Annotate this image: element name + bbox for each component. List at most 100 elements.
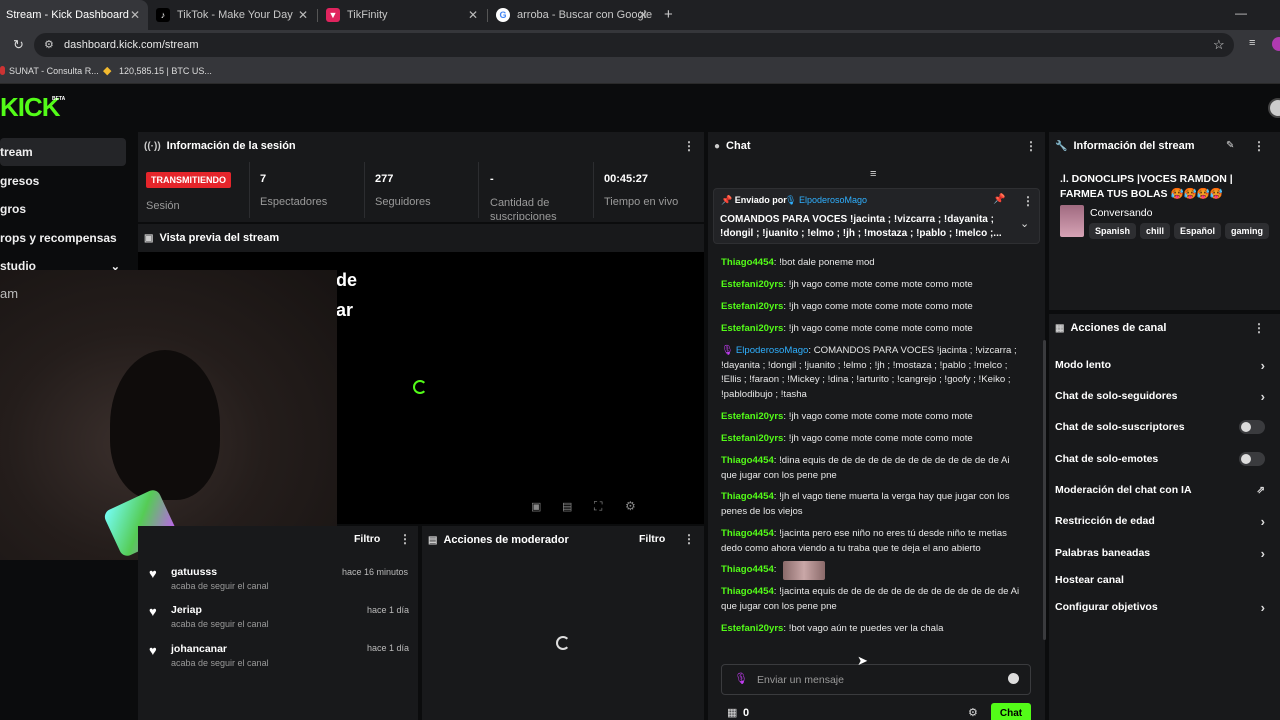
bookmark-star-icon[interactable]: ☆	[1213, 37, 1225, 53]
tab-divider	[317, 9, 318, 22]
fullscreen-icon[interactable]: ⛶	[594, 499, 602, 514]
action-age-restriction[interactable]: Restricción de edad ›	[1055, 511, 1265, 531]
close-icon[interactable]: ✕	[130, 8, 140, 22]
subscribers-only-toggle[interactable]	[1239, 420, 1265, 434]
close-icon[interactable]: ✕	[298, 8, 308, 22]
chat-scrollbar[interactable]	[1043, 340, 1046, 640]
chevron-right-icon: ›	[1260, 513, 1265, 529]
sidebar-item-stream[interactable]: tream	[0, 138, 125, 166]
action-banned-words[interactable]: Palabras baneadas ›	[1055, 543, 1265, 563]
chevron-down-icon[interactable]: ⌄	[1020, 217, 1029, 230]
tag[interactable]: gaming	[1225, 223, 1270, 239]
category-name[interactable]: Conversando	[1090, 207, 1152, 219]
chat-message: Estefani20yrs: !jh vago come mote come m…	[721, 323, 973, 334]
external-link-icon: ⇗	[1256, 484, 1265, 496]
moderator-filter-button[interactable]: Filtro	[639, 533, 665, 545]
action-emotes-only[interactable]: Chat de solo-emotes	[1055, 449, 1265, 469]
tab-tiktok[interactable]: ♪ TikTok - Make Your Day ✕	[150, 0, 316, 30]
new-tab-icon[interactable]: +	[664, 6, 673, 23]
viewers-count: 7	[260, 173, 267, 185]
activity-filter-button[interactable]: Filtro	[354, 533, 380, 545]
edit-icon[interactable]: ✎	[1226, 140, 1234, 151]
close-icon[interactable]: ✕	[468, 8, 478, 22]
send-chat-button[interactable]: Chat	[991, 703, 1031, 720]
close-icon[interactable]: ✕	[638, 8, 648, 22]
more-icon[interactable]: ⋮	[683, 532, 695, 546]
settings-icon[interactable]: ⚙	[968, 706, 978, 719]
chevron-right-icon: ›	[1260, 545, 1265, 561]
follower-name: gatuusss	[171, 566, 218, 578]
action-goals[interactable]: Configurar objetivos ›	[1055, 597, 1265, 617]
more-icon[interactable]: ⋮	[1022, 194, 1034, 208]
filter-icon[interactable]: ≡	[870, 168, 876, 180]
chat-message: 🎙 ElpoderosoMago: COMANDOS PARA VOCES !j…	[721, 345, 1017, 400]
bookmark-btc[interactable]: 120,585.15 | BTC US...	[119, 66, 212, 76]
tab-tikfinity[interactable]: ▼ TikFinity ✕	[320, 0, 486, 30]
moderator-header: ▤ Acciones de moderador	[428, 534, 569, 546]
chat-bubble-icon: ●	[714, 140, 721, 152]
overlay-label: am	[0, 286, 19, 301]
chat-message: Thiago4454: !jh el vago tiene muerta la …	[721, 491, 1010, 517]
emoji-icon[interactable]	[1008, 673, 1019, 684]
action-slow-mode[interactable]: Modo lento ›	[1055, 355, 1265, 375]
chevron-right-icon: ›	[1260, 357, 1265, 373]
moderator-panel	[422, 526, 704, 720]
more-icon[interactable]: ⋮	[1253, 139, 1265, 153]
tab-title: arroba - Buscar con Google	[517, 9, 653, 21]
kick-logo[interactable]: KICK	[0, 92, 61, 123]
stream-info-header: 🔧 Información del stream	[1055, 140, 1195, 152]
action-subscribers-only[interactable]: Chat de solo-suscriptores	[1055, 417, 1265, 437]
category-thumbnail[interactable]	[1060, 205, 1084, 237]
tag[interactable]: Español	[1174, 223, 1222, 239]
media-icon[interactable]: ≡	[1249, 37, 1255, 49]
tab-google[interactable]: G arroba - Buscar con Google ✕	[490, 0, 656, 30]
pinned-user[interactable]: 🎙 ElpoderosoMago	[785, 195, 867, 206]
more-icon[interactable]: ⋮	[1253, 321, 1265, 335]
url-field[interactable]	[34, 33, 1234, 57]
sunat-icon	[0, 66, 5, 75]
reload-icon[interactable]: ↻	[13, 37, 24, 53]
chat-message: Thiago4454: !bot dale poneme mod	[721, 257, 875, 268]
pip-icon[interactable]: ▣	[531, 500, 541, 513]
heart-icon: ♥	[149, 643, 157, 658]
loading-spinner-icon	[413, 380, 427, 394]
heart-icon: ♥	[149, 604, 157, 619]
settings-icon[interactable]: ⚙	[625, 499, 636, 513]
tag[interactable]: Spanish	[1089, 223, 1137, 239]
status-label: Sesión	[146, 200, 180, 212]
profile-avatar[interactable]	[1272, 37, 1280, 51]
beta-badge: BETA	[52, 96, 66, 102]
heart-icon: ♥	[149, 566, 157, 581]
live-time-label: Tiempo en vivo	[604, 196, 679, 208]
sidebar-item-logros[interactable]: gros	[0, 195, 125, 223]
url-text: dashboard.kick.com/stream	[64, 39, 199, 51]
tab-kick-dashboard[interactable]: Stream - Kick Dashboard ✕	[0, 0, 148, 30]
preview-icon: ▣	[144, 232, 154, 244]
action-followers-only[interactable]: Chat de solo-seguidores ›	[1055, 386, 1265, 406]
action-ai-moderation[interactable]: Moderación del chat con IA ⇗	[1055, 480, 1265, 500]
tag[interactable]: chill	[1140, 223, 1171, 239]
tag-list: Spanish chill Español gaming	[1089, 223, 1273, 239]
sidebar-item-drops[interactable]: rops y recompensas	[0, 224, 125, 252]
tiktok-icon: ♪	[156, 8, 170, 22]
channel-actions-header: ▦ Acciones de canal	[1055, 322, 1167, 334]
more-icon[interactable]: ⋮	[1025, 139, 1037, 153]
theater-icon[interactable]: ▤	[562, 500, 572, 513]
emotes-only-toggle[interactable]	[1239, 452, 1265, 466]
minimize-icon[interactable]: —	[1235, 6, 1247, 20]
action-host-channel[interactable]: Hostear canal	[1055, 570, 1265, 590]
chat-message: Estefani20yrs: !bot vago aún te puedes v…	[721, 623, 944, 634]
subs-count: -	[490, 173, 494, 185]
microphone-icon: 🎙	[721, 345, 734, 356]
more-icon[interactable]: ⋮	[683, 139, 695, 153]
loading-spinner-icon	[556, 636, 570, 650]
pin-icon[interactable]: 📌	[993, 194, 1005, 205]
site-settings-icon[interactable]: ⚙	[44, 38, 54, 51]
sidebar-item-ingresos[interactable]: gresos	[0, 167, 125, 195]
chevron-right-icon: ›	[1260, 388, 1265, 404]
overlay-text: de	[336, 270, 358, 290]
more-icon[interactable]: ⋮	[399, 532, 411, 546]
chat-header: ● Chat	[714, 140, 751, 152]
bookmark-sunat[interactable]: SUNAT - Consulta R...	[9, 66, 99, 76]
stream-title: .l. DONOCLIPS |VOCES RAMDON | FARMEA TUS…	[1060, 173, 1233, 200]
